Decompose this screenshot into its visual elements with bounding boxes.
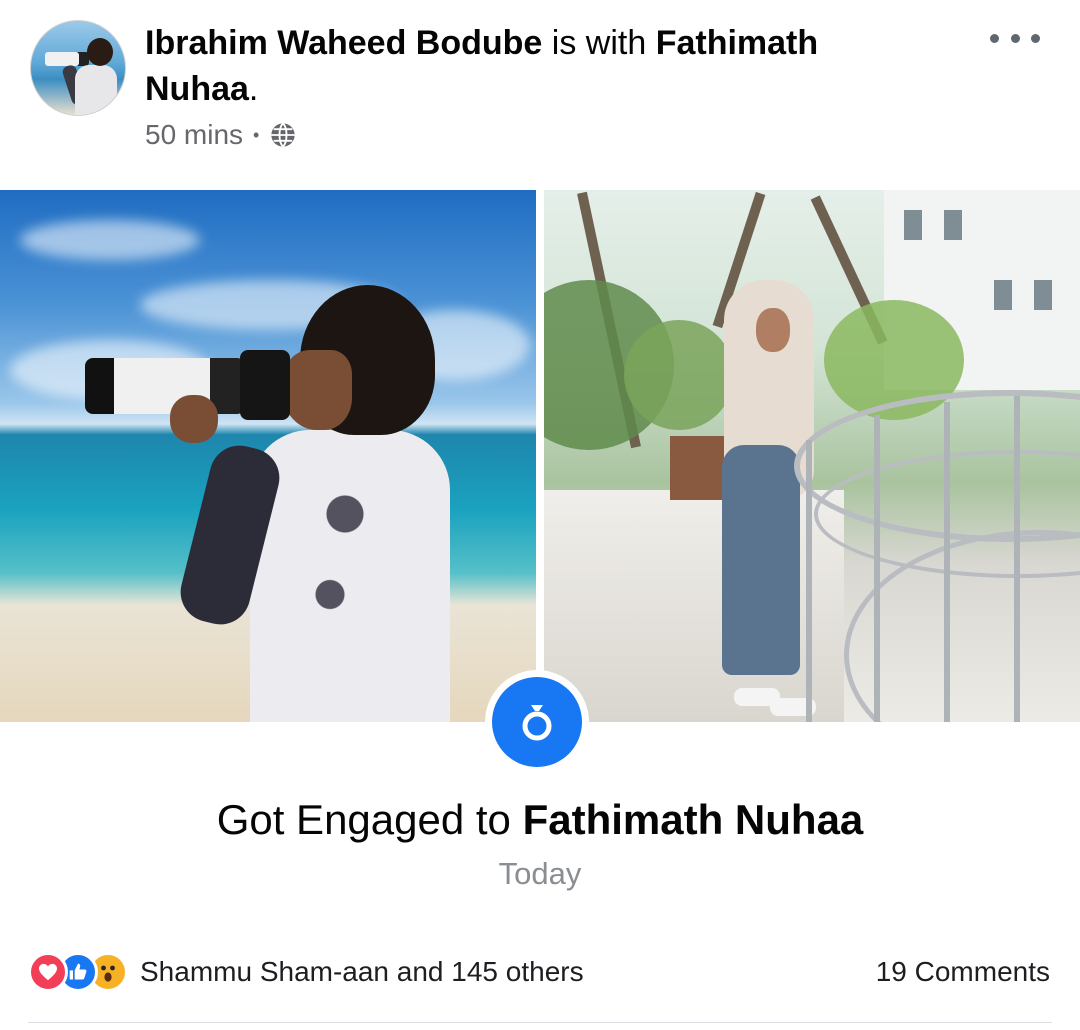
railing-post (806, 440, 812, 722)
more-dot (990, 33, 999, 43)
period: . (248, 70, 259, 108)
event-title-name-link[interactable]: Fathimath Nuhaa (523, 796, 864, 843)
post-header: Ibrahim Waheed Bodube is with Fathimath … (0, 0, 1080, 170)
post-author-line: Ibrahim Waheed Bodube is with Fathimath … (145, 20, 915, 112)
reactors-text[interactable]: Shammu Sham-aan and 145 others (140, 956, 584, 988)
with-text: is with (542, 24, 656, 62)
photographer-face (282, 350, 352, 430)
comments-count[interactable]: 19 Comments (876, 952, 1050, 992)
camera-lens (85, 358, 245, 414)
avatar-body (75, 65, 117, 115)
footer-divider (28, 1022, 1052, 1023)
avatar-head (87, 38, 113, 66)
more-dot (1010, 33, 1020, 43)
shirt-pattern (270, 445, 420, 675)
building-window (1034, 280, 1052, 310)
life-event-title: Got Engaged to Fathimath Nuhaa (0, 790, 1080, 850)
building-window (994, 280, 1012, 310)
photo-photographer[interactable] (0, 190, 536, 722)
woman-face (756, 308, 790, 352)
meta-separator: • (253, 124, 260, 145)
author-name-link[interactable]: Ibrahim Waheed Bodube (145, 24, 542, 62)
more-dot (1031, 33, 1040, 43)
railing-post (1014, 396, 1020, 722)
ring-icon (522, 705, 552, 741)
post-photos (0, 190, 1080, 722)
cloud (20, 220, 200, 260)
woman-jeans (722, 445, 800, 675)
event-title-prefix: Got Engaged to (216, 796, 523, 843)
railing-post (944, 402, 950, 722)
avatar-camera-lens (45, 52, 89, 66)
life-event-badge (485, 670, 589, 774)
globe-icon[interactable] (269, 121, 297, 149)
planter-box (670, 436, 726, 500)
reactions-summary[interactable]: Shammu Sham-aan and 145 others (28, 952, 584, 992)
camera-body (240, 350, 290, 420)
photographer-hand (170, 395, 218, 443)
more-options-icon[interactable] (990, 26, 1040, 50)
building-window (944, 210, 962, 240)
tree-foliage (624, 320, 734, 430)
post-timestamp[interactable]: 50 mins (145, 119, 243, 151)
love-reaction-icon (28, 952, 68, 992)
photo-woman-on-deck[interactable] (544, 190, 1080, 722)
post-meta: 50 mins • (145, 117, 297, 153)
life-event-date: Today (498, 856, 582, 891)
building-window (904, 210, 922, 240)
author-avatar[interactable] (30, 20, 126, 116)
badge-circle (492, 677, 582, 767)
railing-post (874, 415, 880, 722)
